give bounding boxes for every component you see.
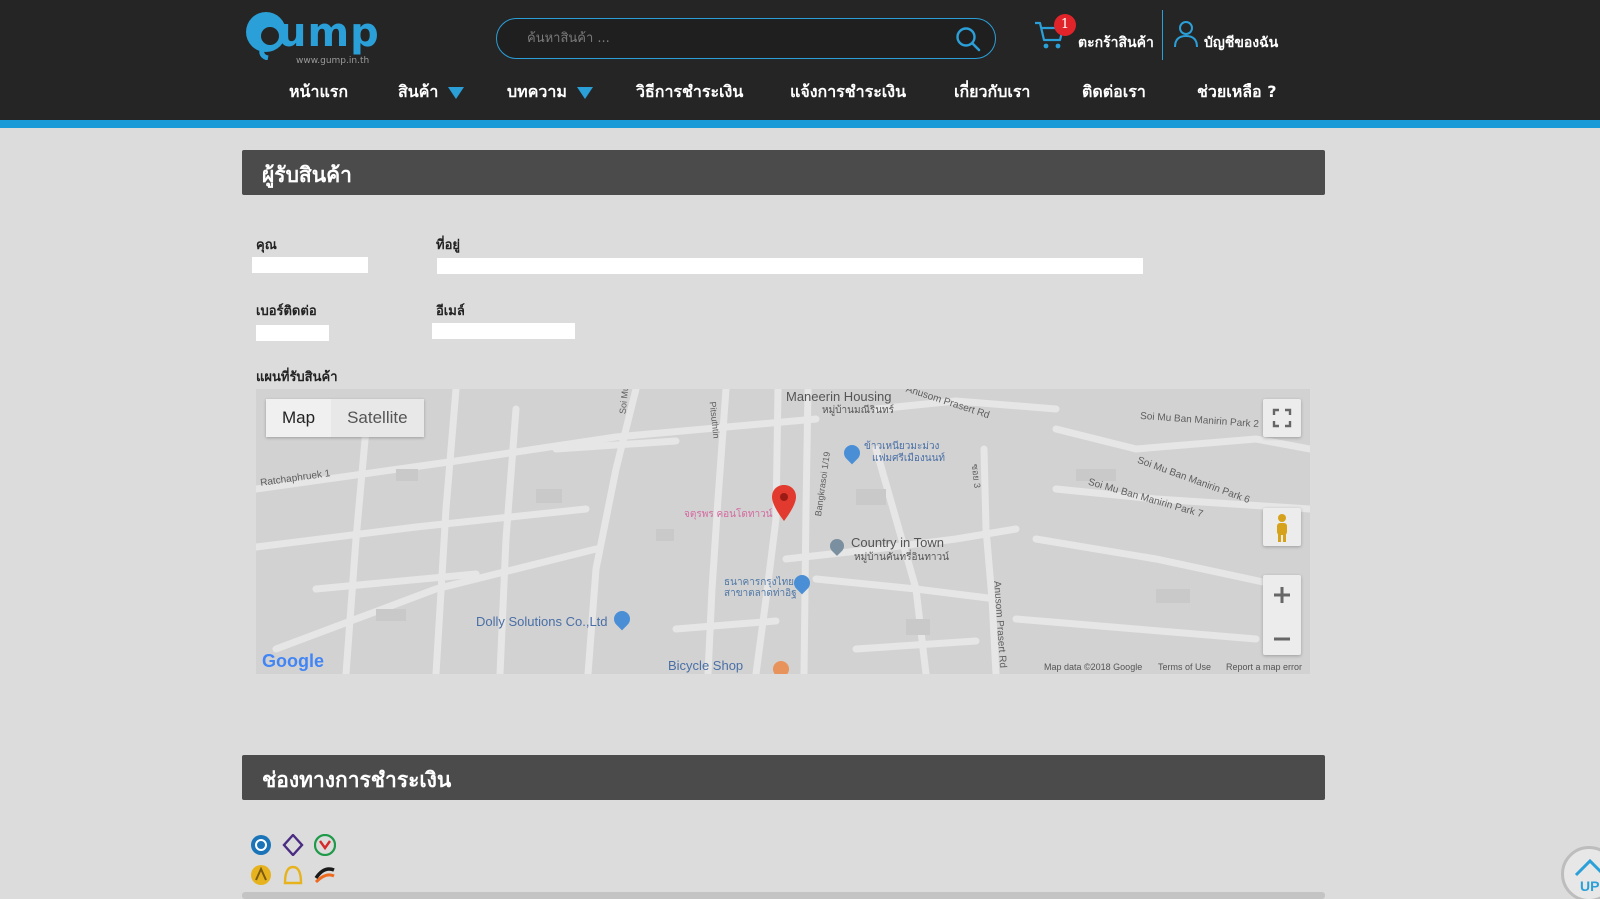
- pegman-icon: [1277, 514, 1287, 542]
- site-header: ump www.gump.in.th 1 ตะกร้าสินค้า บัญชีข…: [0, 0, 1600, 120]
- address-label: ที่อยู่: [436, 238, 460, 253]
- fullscreen-button[interactable]: [1263, 399, 1301, 437]
- nav-contact[interactable]: ติดต่อเรา: [1082, 80, 1146, 105]
- map-type-satellite-button[interactable]: Satellite: [331, 399, 423, 437]
- arrow-up-icon: UP: [1574, 858, 1600, 894]
- payment-section-header: ช่องทางการชำระเงิน: [242, 755, 1325, 800]
- nav-home[interactable]: หน้าแรก: [289, 80, 348, 105]
- receiver-section-header: ผู้รับสินค้า: [242, 150, 1325, 195]
- fullscreen-icon: [1272, 408, 1292, 428]
- caret-down-icon: [448, 86, 465, 99]
- nav-label: ช่วยเหลือ ?: [1197, 82, 1277, 101]
- header-stripe: [0, 120, 1600, 128]
- cart-button[interactable]: 1 ตะกร้าสินค้า: [1034, 14, 1158, 58]
- google-logo: Google: [262, 651, 324, 672]
- nav-label: วิธีการชำระเงิน: [636, 82, 744, 101]
- map-report-link[interactable]: Report a map error: [1226, 662, 1302, 672]
- map-data-attribution: Map data ©2018 Google: [1044, 662, 1143, 672]
- zoom-out-button[interactable]: [1263, 619, 1301, 659]
- google-logo-text: Google: [262, 651, 324, 671]
- map-place-label: หมู่บ้านคันทรี่อินทาวน์: [854, 552, 949, 563]
- tmb-bank-icon: [314, 867, 335, 884]
- logo-text: ump: [278, 10, 380, 56]
- map-type-control: Map Satellite: [266, 399, 424, 437]
- map-place-label: แฟมศรีเมืองนนท์: [872, 453, 945, 464]
- map-type-map-button[interactable]: Map: [266, 399, 332, 437]
- header-divider: [1162, 10, 1163, 60]
- address-value: [437, 258, 1143, 274]
- name-value: [252, 257, 368, 273]
- map-place-label: Country in Town: [851, 535, 944, 550]
- caret-down-icon: [576, 86, 593, 99]
- nav-about[interactable]: เกี่ยวกับเรา: [954, 80, 1030, 105]
- account-button[interactable]: บัญชีของฉัน: [1174, 18, 1292, 52]
- krungthai-bank-icon: [251, 835, 271, 855]
- map-terms-link[interactable]: Terms of Use: [1158, 662, 1211, 672]
- map-place-label: Dolly Solutions Co.,Ltd: [476, 614, 608, 629]
- cart-label: ตะกร้าสินค้า: [1078, 35, 1154, 51]
- email-value: [432, 323, 575, 339]
- map-place-label: หมู่บ้านมณีรินทร์: [822, 405, 895, 416]
- map-place-label: Maneerin Housing: [786, 389, 892, 404]
- scroll-top-button[interactable]: UP: [1561, 846, 1600, 899]
- content-bottom-edge: [242, 892, 1325, 899]
- zoom-control: [1263, 575, 1301, 655]
- map-place-label: จตุรพร คอนโดทาวน์: [684, 509, 773, 520]
- main-nav: หน้าแรก สินค้า บทความ วิธีการชำระเงิน แจ…: [0, 80, 1600, 108]
- map-label: แผนที่รับสินค้า: [256, 370, 338, 385]
- search-bar: [496, 18, 996, 59]
- street-view-button[interactable]: [1263, 508, 1301, 546]
- phone-label: เบอร์ติดต่อ: [256, 304, 317, 319]
- nav-help[interactable]: ช่วยเหลือ ?: [1197, 80, 1277, 105]
- nav-label: หน้าแรก: [289, 82, 349, 101]
- section-title: ช่องทางการชำระเงิน: [262, 768, 452, 792]
- nav-products[interactable]: สินค้า: [398, 80, 465, 105]
- logo-url: www.gump.in.th: [296, 56, 370, 66]
- search-input[interactable]: [527, 19, 927, 57]
- map-place-label: Bicycle Shop: [668, 658, 744, 673]
- payment-bank-icons: [250, 834, 350, 894]
- scroll-top-label: UP: [1580, 878, 1599, 894]
- user-icon: [1174, 21, 1198, 48]
- search-icon[interactable]: [955, 26, 981, 52]
- zoom-in-button[interactable]: [1263, 575, 1301, 615]
- nav-label: บทความ: [507, 82, 567, 101]
- email-label: อีเมล์: [436, 304, 465, 319]
- nav-payment-notify[interactable]: แจ้งการชำระเงิน: [790, 80, 906, 105]
- krungsri-bank-icon: [251, 865, 271, 885]
- cart-count-badge: 1: [1054, 14, 1076, 36]
- site-logo[interactable]: ump www.gump.in.th: [244, 6, 394, 68]
- nav-label: เกี่ยวกับเรา: [954, 82, 1031, 101]
- nav-label: ติดต่อเรา: [1082, 82, 1146, 101]
- nav-label: สินค้า: [398, 82, 439, 101]
- section-title: ผู้รับสินค้า: [262, 163, 352, 187]
- map-road-label: ซอย 3: [969, 463, 983, 489]
- location-pin-icon: [772, 485, 796, 521]
- delivery-map[interactable]: Map Satellite Maneerin Housing หมู่บ้านม…: [256, 389, 1310, 674]
- map-place-label: สาขาตลาดท่าอิฐ: [724, 588, 797, 599]
- nav-articles[interactable]: บทความ: [507, 80, 593, 105]
- name-label: คุณ: [256, 238, 277, 253]
- bbl-bank-icon: [283, 865, 303, 885]
- phone-value: [256, 325, 329, 341]
- kasikorn-bank-icon: [314, 834, 336, 856]
- nav-payment-methods[interactable]: วิธีการชำระเงิน: [636, 80, 743, 105]
- poi-restaurant-icon: [773, 661, 789, 674]
- nav-label: แจ้งการชำระเงิน: [790, 82, 907, 101]
- account-label: บัญชีของฉัน: [1204, 35, 1279, 51]
- scb-bank-icon: [282, 834, 304, 856]
